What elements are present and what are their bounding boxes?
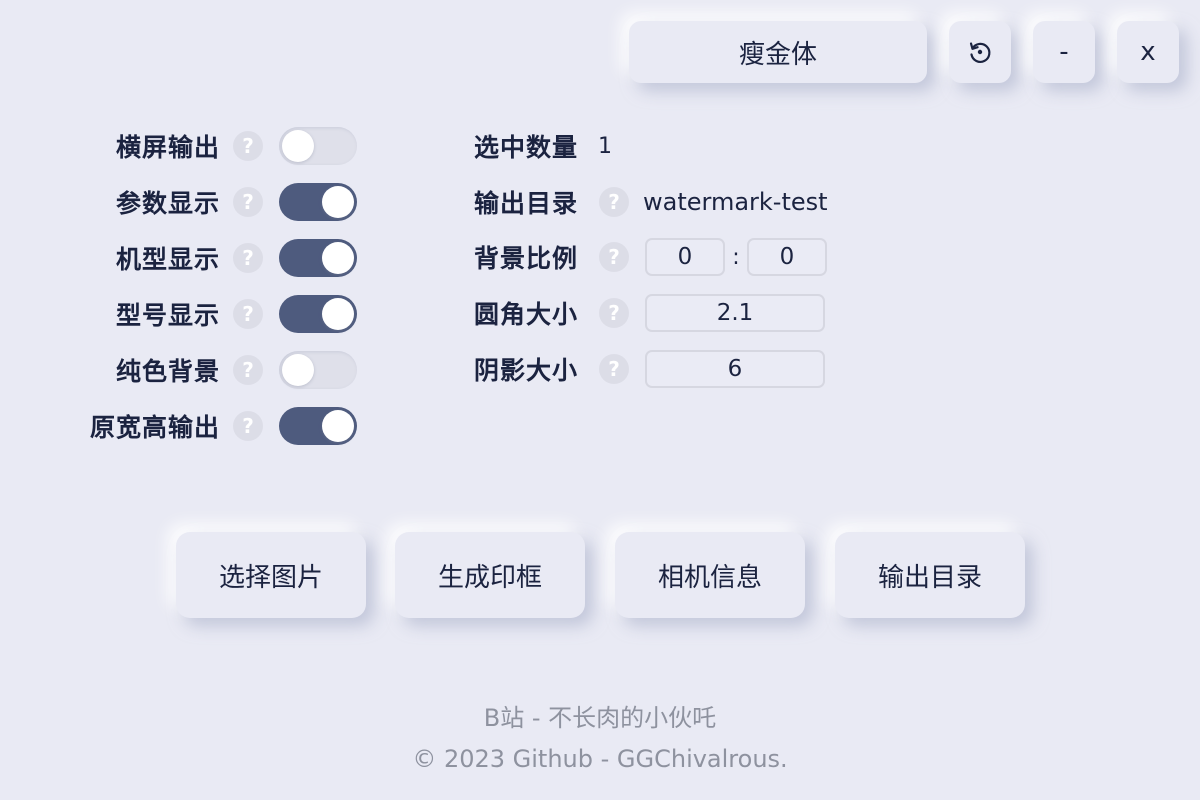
minimize-label: - [1059,37,1069,67]
camera-info-label: 相机信息 [657,562,762,593]
toggle-knob [282,354,314,386]
bg-ratio-height-input[interactable] [747,238,827,276]
shadow-size-row: 阴影大小 ? [474,349,894,389]
setting-label: 纯色背景 [115,357,220,386]
toggle-knob [282,130,314,162]
setting-row-solid-bg: 纯色背景 ? [0,350,360,390]
bg-ratio-label: 背景比例 [474,244,579,273]
toggle-solid-bg[interactable] [279,351,357,389]
corner-radius-label: 圆角大小 [474,300,579,329]
reset-button[interactable] [949,21,1011,83]
footer-copyright: © 2023 Github - GGChivalrous. [412,745,788,773]
toggle-params[interactable] [279,183,357,221]
help-icon[interactable]: ? [233,187,263,217]
font-select-button[interactable]: 瘦金体 [629,21,927,83]
bg-ratio-width-input[interactable] [645,238,725,276]
toggle-type[interactable] [279,295,357,333]
select-images-button[interactable]: 选择图片 [176,532,366,618]
help-icon[interactable]: ? [233,411,263,441]
output-dir-row: 输出目录 ? watermark-test [474,182,894,222]
help-icon[interactable]: ? [233,131,263,161]
setting-row-original-size: 原宽高输出 ? [0,406,360,446]
help-icon[interactable]: ? [599,354,629,384]
setting-label: 原宽高输出 [89,413,220,442]
reset-icon [967,39,993,65]
select-images-label: 选择图片 [218,562,323,593]
toggle-model[interactable] [279,239,357,277]
generate-frame-label: 生成印框 [437,562,542,593]
camera-info-button[interactable]: 相机信息 [615,532,805,618]
shadow-size-label: 阴影大小 [474,356,579,385]
setting-label: 横屏输出 [115,133,220,162]
selected-count-row: 选中数量 1 [474,126,894,166]
selected-count-value: 1 [598,133,612,159]
help-icon[interactable]: ? [233,355,263,385]
toggle-original-size[interactable] [279,407,357,445]
selected-count-label: 选中数量 [474,133,579,162]
shadow-size-input[interactable] [645,350,825,388]
open-output-dir-button[interactable]: 输出目录 [835,532,1025,618]
font-select-label: 瘦金体 [738,39,817,70]
setting-label: 型号显示 [115,301,220,330]
toggle-knob [322,298,354,330]
bg-ratio-row: 背景比例 ? : [474,237,894,277]
corner-radius-row: 圆角大小 ? [474,293,894,333]
corner-radius-input[interactable] [645,294,825,332]
watermark-app-window: 瘦金体 - x 横屏输出 ? 参数显示 ? 机型显示 ? 型号显示 ? 纯色背景… [0,0,1200,800]
help-icon[interactable]: ? [599,187,629,217]
help-icon[interactable]: ? [599,242,629,272]
generate-frame-button[interactable]: 生成印框 [395,532,585,618]
setting-row-landscape: 横屏输出 ? [0,126,360,166]
setting-label: 机型显示 [115,245,220,274]
footer-author: B站 - 不长肉的小伙吒 [483,704,717,732]
output-dir-value: watermark-test [643,188,828,216]
close-label: x [1140,37,1156,67]
help-icon[interactable]: ? [233,243,263,273]
toggle-knob [322,242,354,274]
close-button[interactable]: x [1117,21,1179,83]
toggle-knob [322,410,354,442]
ratio-separator: : [732,244,740,270]
setting-row-model: 机型显示 ? [0,238,360,278]
setting-row-params: 参数显示 ? [0,182,360,222]
open-output-dir-label: 输出目录 [877,562,982,593]
minimize-button[interactable]: - [1033,21,1095,83]
toggle-landscape[interactable] [279,127,357,165]
toggle-knob [322,186,354,218]
help-icon[interactable]: ? [233,299,263,329]
output-dir-label: 输出目录 [474,189,579,218]
help-icon[interactable]: ? [599,298,629,328]
setting-row-type: 型号显示 ? [0,294,360,334]
setting-label: 参数显示 [115,189,220,218]
